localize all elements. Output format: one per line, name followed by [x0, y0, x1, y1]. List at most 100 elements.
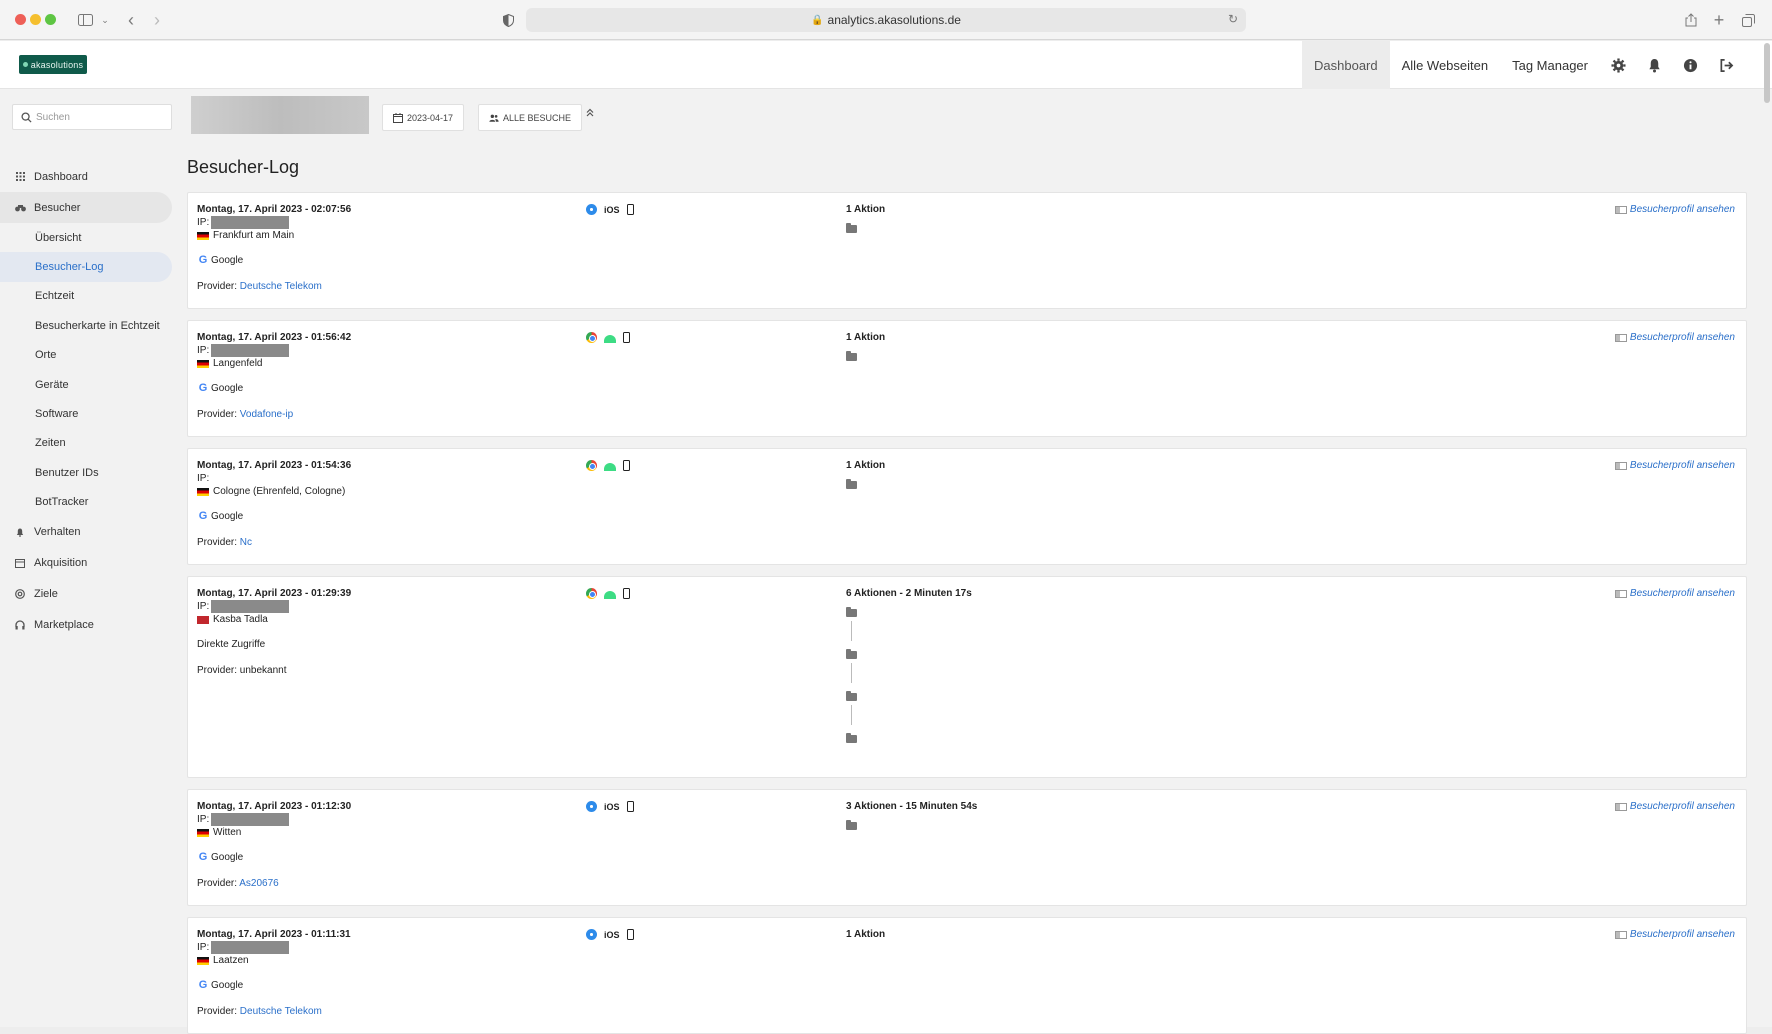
provider-value[interactable]: Vodafone-ip: [240, 409, 293, 420]
country-flag-icon: [197, 956, 209, 965]
nav-tag-manager[interactable]: Tag Manager: [1500, 41, 1600, 89]
country-flag-icon: [197, 487, 209, 496]
date-picker-button[interactable]: 2023-04-17: [382, 104, 465, 131]
tab-overview-icon[interactable]: [1737, 9, 1759, 31]
visitor-profile-link[interactable]: Besucherprofil ansehen: [1614, 332, 1735, 343]
calendar-icon: [393, 112, 403, 123]
sidebar-item-akquisition[interactable]: Akquisition: [0, 548, 176, 579]
visitor-profile-link-label: Besucherprofil ansehen: [1629, 588, 1735, 599]
sidebar-subitem-besucher-log[interactable]: Besucher-Log: [0, 252, 172, 282]
visitor-profile-link-label: Besucherprofil ansehen: [1629, 332, 1735, 343]
nav-all-sites[interactable]: Alle Webseiten: [1390, 41, 1500, 89]
close-window-button[interactable]: [15, 14, 26, 25]
folder-icon[interactable]: [846, 820, 857, 830]
sidebar-item-label: Akquisition: [34, 557, 88, 570]
country-flag-icon: [197, 828, 209, 837]
minimize-window-button[interactable]: [30, 14, 41, 25]
visitor-profile-link[interactable]: Besucherprofil ansehen: [1614, 588, 1735, 599]
reload-icon[interactable]: ↻: [1228, 12, 1238, 26]
visit-datetime: Montag, 17. April 2023 - 01:54:36: [197, 460, 352, 471]
sidebar-subitem-echtzeit[interactable]: Echtzeit: [0, 282, 176, 311]
sidebar: Suchen Dashboard Besucher Übersicht Besu…: [0, 89, 176, 1029]
url-text: analytics.akasolutions.de: [827, 13, 961, 27]
visit-actions-summary: 6 Aktionen - 2 Minuten 17s: [846, 588, 972, 599]
logo-text: akasolutions: [30, 59, 84, 70]
folder-icon[interactable]: [846, 691, 857, 701]
gear-icon[interactable]: [1600, 41, 1636, 89]
new-tab-icon[interactable]: +: [1708, 9, 1730, 31]
visitor-profile-link[interactable]: Besucherprofil ansehen: [1614, 929, 1735, 940]
sidebar-item-marketplace[interactable]: Marketplace: [0, 610, 176, 641]
folder-icon[interactable]: [846, 607, 857, 617]
ip-label: IP:: [197, 942, 210, 953]
sidebar-subitem-zeiten[interactable]: Zeiten: [0, 429, 176, 458]
zoom-window-button[interactable]: [45, 14, 56, 25]
country-flag-icon: [197, 359, 209, 368]
provider-label: Provider:: [197, 878, 238, 889]
visitor-profile-link[interactable]: Besucherprofil ansehen: [1614, 460, 1735, 471]
page-scrollbar[interactable]: [1764, 43, 1770, 103]
chevron-down-icon[interactable]: ⌄: [94, 9, 116, 31]
sidebar-item-dashboard[interactable]: Dashboard: [0, 161, 176, 192]
provider-value[interactable]: Deutsche Telekom: [240, 1006, 322, 1017]
logout-icon[interactable]: [1708, 41, 1744, 89]
sidebar-subitem-software[interactable]: Software: [0, 399, 176, 428]
address-bar[interactable]: 🔒 analytics.akasolutions.de ↻: [526, 8, 1246, 32]
segment-selector-button[interactable]: ALLE BESUCHE: [478, 104, 583, 131]
sidebar-subitem-uebersicht[interactable]: Übersicht: [0, 223, 176, 252]
folder-icon[interactable]: [846, 479, 857, 489]
action-connector: [851, 663, 852, 683]
visitor-profile-link[interactable]: Besucherprofil ansehen: [1614, 204, 1735, 215]
google-icon: G: [198, 979, 208, 991]
bell-icon[interactable]: [1636, 41, 1672, 89]
chrome-icon: [586, 460, 597, 471]
ip-redacted: [211, 941, 290, 954]
folder-icon[interactable]: [846, 733, 857, 743]
provider-label: Provider:: [197, 1006, 238, 1017]
share-icon[interactable]: [1680, 9, 1702, 31]
safari-icon: [586, 929, 597, 940]
ip-redacted: [211, 600, 290, 613]
sidebar-subitem-benutzer-ids[interactable]: Benutzer IDs: [0, 458, 176, 487]
visitor-profile-link[interactable]: Besucherprofil ansehen: [1614, 801, 1735, 812]
folder-icon[interactable]: [846, 223, 857, 233]
sidebar-subitem-geraete[interactable]: Geräte: [0, 370, 176, 399]
visit-source: Google: [211, 980, 244, 991]
privacy-shield-icon[interactable]: [497, 9, 519, 31]
nav-dashboard[interactable]: Dashboard: [1302, 41, 1390, 89]
smartphone-icon: [623, 588, 630, 599]
sidebar-item-besucher[interactable]: Besucher: [0, 192, 172, 223]
sidebar-item-label: Dashboard: [34, 170, 88, 183]
sidebar-subitem-orte[interactable]: Orte: [0, 341, 176, 370]
visit-device-info: iOS: [586, 204, 634, 215]
back-icon[interactable]: ‹: [120, 9, 142, 31]
sidebar-item-ziele[interactable]: Ziele: [0, 579, 176, 610]
ip-redacted: [211, 216, 290, 229]
page: akasolutions Dashboard Alle Webseiten Ta…: [0, 41, 1772, 1034]
sidebar-item-verhalten[interactable]: Verhalten: [0, 517, 176, 548]
provider-value[interactable]: Nc: [240, 537, 252, 548]
search-input[interactable]: Suchen: [12, 104, 172, 130]
sidebar-toggle-icon[interactable]: [74, 9, 96, 31]
folder-icon[interactable]: [846, 351, 857, 361]
forward-icon[interactable]: ›: [146, 9, 168, 31]
action-connector: [851, 621, 852, 641]
provider-label: Provider:: [197, 537, 238, 548]
sidebar-subitem-besucherkarte[interactable]: Besucherkarte in Echtzeit: [0, 311, 176, 340]
logo[interactable]: akasolutions: [19, 55, 87, 74]
provider-value[interactable]: As20676: [239, 878, 278, 889]
provider-label: Provider:: [197, 281, 238, 292]
collapse-chevron-icon[interactable]: [586, 108, 594, 120]
visit-source: Google: [211, 511, 244, 522]
folder-icon[interactable]: [846, 649, 857, 659]
sidebar-subitem-bottracker[interactable]: BotTracker: [0, 488, 176, 517]
target-icon: [14, 588, 26, 600]
visit-source: Google: [211, 255, 244, 266]
binoculars-icon: [14, 202, 26, 214]
info-icon[interactable]: [1672, 41, 1708, 89]
grid-icon: [14, 171, 26, 183]
visit-datetime: Montag, 17. April 2023 - 01:12:30: [197, 801, 352, 812]
period-selector-redacted[interactable]: [191, 96, 369, 134]
provider-value[interactable]: Deutsche Telekom: [240, 281, 322, 292]
smartphone-icon: [623, 460, 630, 471]
